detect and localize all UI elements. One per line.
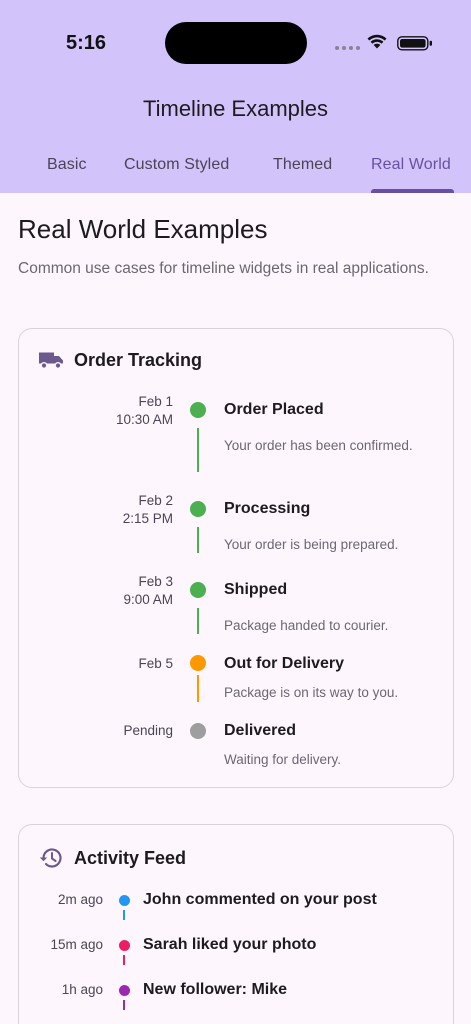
page-title: Real World Examples — [18, 214, 268, 244]
timeline-subtitle: Your order is being prepared. — [224, 537, 399, 552]
timeline-date: Pending — [123, 723, 173, 738]
battery-icon — [397, 36, 432, 51]
timeline-subtitle: Package is on its way to you. — [224, 685, 399, 700]
activity-dot — [119, 940, 130, 951]
timeline-title: Shipped — [224, 581, 288, 598]
timeline-dot — [190, 582, 206, 598]
timeline-subtitle: Package handed to courier. — [224, 618, 389, 633]
timeline-connector — [197, 527, 199, 553]
tab-custom-styled[interactable]: Custom Styled — [124, 156, 229, 174]
timeline-title: Processing — [224, 500, 311, 517]
activity-time: 2m ago — [57, 892, 103, 907]
wifi-icon — [367, 34, 387, 49]
activity-text: John commented on your post — [143, 891, 377, 908]
app-bar-title: Timeline Examples — [142, 96, 329, 121]
timeline-title: Order Placed — [224, 401, 324, 418]
dynamic-island — [165, 22, 307, 64]
activity-connector — [123, 1000, 125, 1010]
tab-themed[interactable]: Themed — [273, 156, 332, 174]
activity-connector — [123, 910, 125, 920]
timeline-time: 9:00 AM — [123, 592, 173, 607]
tab-real-world[interactable]: Real World — [371, 156, 451, 174]
status-bar: 5:16 — [0, 0, 471, 80]
activity-feed-card: Activity Feed 2m ago John commented on y… — [18, 824, 454, 1024]
activity-dot — [119, 985, 130, 996]
timeline-connector — [197, 608, 199, 634]
activity-feed-title: Activity Feed — [74, 848, 187, 868]
activity-text: Sarah liked your photo — [143, 936, 317, 953]
tab-basic[interactable]: Basic — [47, 156, 87, 174]
timeline-time: 2:15 PM — [122, 511, 173, 526]
timeline-date: Feb 2 — [138, 493, 173, 508]
app-header: 5:16 Timeline Examples Basic Custom Styl… — [0, 0, 471, 193]
truck-icon — [39, 352, 63, 369]
status-time: 5:16 — [66, 32, 107, 54]
timeline-title: Delivered — [224, 722, 297, 739]
signal-icon — [335, 46, 360, 50]
timeline-time: 10:30 AM — [115, 412, 173, 427]
timeline-date: Feb 3 — [138, 574, 173, 589]
timeline-dot — [190, 723, 206, 739]
order-tracking-card: Order Tracking Feb 1 10:30 AM Order Plac… — [18, 328, 454, 788]
activity-time: 15m ago — [50, 937, 103, 952]
timeline-dot — [190, 501, 206, 517]
page-description: Common use cases for timeline widgets in… — [18, 260, 429, 277]
timeline-connector — [197, 428, 199, 472]
tab-bar: Basic Custom Styled Themed Real World — [0, 150, 471, 193]
activity-text: New follower: Mike — [143, 981, 288, 998]
timeline-title: Out for Delivery — [224, 655, 345, 672]
timeline-connector — [197, 675, 199, 702]
timeline-dot — [190, 655, 206, 671]
order-tracking-title: Order Tracking — [74, 350, 203, 370]
tab-indicator — [371, 189, 454, 193]
timeline-subtitle: Your order has been confirmed. — [224, 438, 413, 453]
timeline-date: Feb 1 — [138, 394, 173, 409]
activity-time: 1h ago — [61, 982, 103, 997]
timeline-date: Feb 5 — [138, 656, 173, 671]
timeline-dot — [190, 402, 206, 418]
history-icon — [39, 848, 62, 868]
timeline-subtitle: Waiting for delivery. — [224, 752, 342, 767]
activity-dot — [119, 895, 130, 906]
activity-connector — [123, 955, 125, 965]
